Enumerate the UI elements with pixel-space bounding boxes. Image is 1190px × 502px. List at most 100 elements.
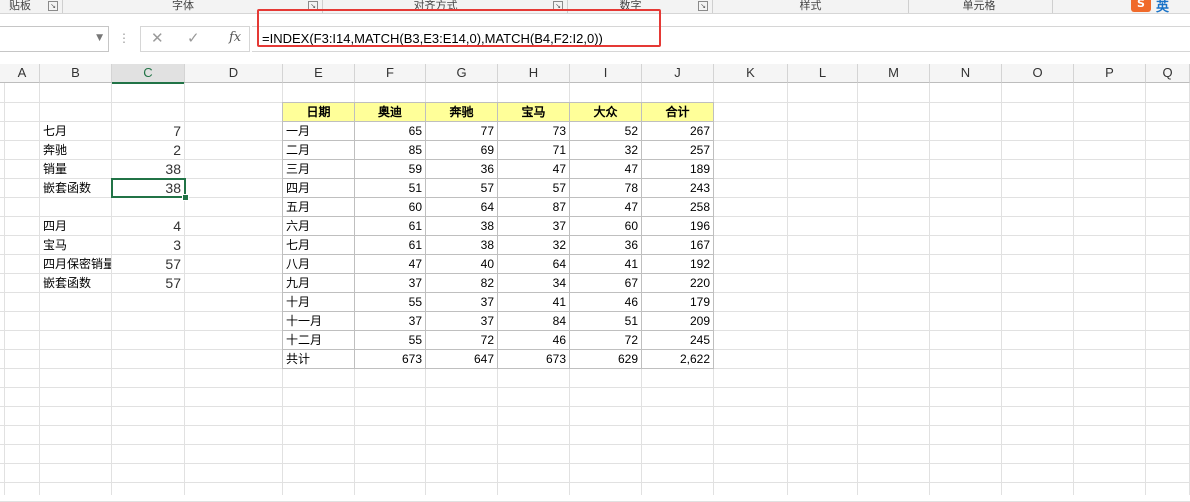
sales-cell[interactable]: 51 <box>355 179 425 198</box>
sales-cell[interactable]: 73 <box>498 122 569 141</box>
sales-cell[interactable]: 196 <box>642 217 713 236</box>
sales-cell[interactable]: 61 <box>355 217 425 236</box>
sales-cell[interactable]: 71 <box>498 141 569 160</box>
label-cell[interactable]: 奔驰 <box>40 141 111 160</box>
label-cell[interactable]: 四月保密销量 <box>40 255 111 274</box>
ime-logo-icon[interactable]: S <box>1131 0 1151 12</box>
dialog-launcher-icon[interactable]: ↘ <box>48 1 58 11</box>
sales-cell[interactable]: 647 <box>426 350 497 369</box>
label-cell[interactable]: 销量 <box>40 160 111 179</box>
sales-cell[interactable]: 220 <box>642 274 713 293</box>
column-header-i[interactable]: I <box>570 64 642 83</box>
label-cell[interactable]: 四月 <box>40 217 111 236</box>
label-cell[interactable]: 宝马 <box>40 236 111 255</box>
sales-cell[interactable]: 82 <box>426 274 497 293</box>
column-header-p[interactable]: P <box>1074 64 1146 83</box>
sales-cell[interactable]: 37 <box>498 217 569 236</box>
sales-cell[interactable]: 36 <box>426 160 497 179</box>
sales-cell[interactable]: 673 <box>498 350 569 369</box>
column-header-l[interactable]: L <box>788 64 858 83</box>
value-cell[interactable]: 2 <box>112 141 184 160</box>
column-header-n[interactable]: N <box>930 64 1002 83</box>
fill-handle[interactable] <box>182 194 189 201</box>
sales-cell[interactable]: 37 <box>355 312 425 331</box>
month-cell[interactable]: 二月 <box>283 141 354 160</box>
label-cell[interactable]: 嵌套函数 <box>40 274 111 293</box>
sales-cell[interactable]: 67 <box>570 274 641 293</box>
sales-cell[interactable]: 41 <box>570 255 641 274</box>
column-header-d[interactable]: D <box>185 64 283 83</box>
sales-cell[interactable]: 46 <box>570 293 641 312</box>
sales-cell[interactable]: 78 <box>570 179 641 198</box>
sales-cell[interactable]: 60 <box>355 198 425 217</box>
sales-cell[interactable]: 41 <box>498 293 569 312</box>
month-cell[interactable]: 共计 <box>283 350 354 369</box>
sales-cell[interactable]: 84 <box>498 312 569 331</box>
value-cell[interactable]: 38 <box>112 160 184 179</box>
sales-cell[interactable]: 47 <box>498 160 569 179</box>
sales-cell[interactable]: 37 <box>426 293 497 312</box>
month-cell[interactable]: 八月 <box>283 255 354 274</box>
month-cell[interactable]: 六月 <box>283 217 354 236</box>
more-options-icon[interactable]: ⋮ <box>118 31 130 45</box>
sales-cell[interactable]: 37 <box>355 274 425 293</box>
sales-cell[interactable]: 61 <box>355 236 425 255</box>
sales-cell[interactable]: 46 <box>498 331 569 350</box>
sales-cell[interactable]: 673 <box>355 350 425 369</box>
table-header-cell[interactable]: 大众 <box>570 103 641 122</box>
sales-cell[interactable]: 47 <box>570 198 641 217</box>
value-cell[interactable]: 7 <box>112 122 184 141</box>
column-header-j[interactable]: J <box>642 64 714 83</box>
value-cell[interactable]: 57 <box>112 274 184 293</box>
chevron-down-icon[interactable]: ▼ <box>96 33 103 43</box>
sales-cell[interactable]: 243 <box>642 179 713 198</box>
column-header-b[interactable]: B <box>40 64 112 83</box>
sales-cell[interactable]: 32 <box>570 141 641 160</box>
column-header-c[interactable]: C <box>112 64 185 84</box>
sales-cell[interactable]: 59 <box>355 160 425 179</box>
insert-function-icon[interactable]: fx <box>229 30 241 45</box>
table-header-cell[interactable]: 日期 <box>283 103 354 122</box>
sales-cell[interactable]: 192 <box>642 255 713 274</box>
column-header-a[interactable]: A <box>5 64 40 83</box>
sales-cell[interactable]: 267 <box>642 122 713 141</box>
sales-cell[interactable]: 52 <box>570 122 641 141</box>
sales-cell[interactable]: 55 <box>355 293 425 312</box>
column-header-g[interactable]: G <box>426 64 498 83</box>
sales-cell[interactable]: 64 <box>426 198 497 217</box>
sales-cell[interactable]: 69 <box>426 141 497 160</box>
sales-cell[interactable]: 36 <box>570 236 641 255</box>
label-cell[interactable]: 七月 <box>40 122 111 141</box>
sales-cell[interactable]: 55 <box>355 331 425 350</box>
sales-cell[interactable]: 60 <box>570 217 641 236</box>
month-cell[interactable]: 三月 <box>283 160 354 179</box>
sales-cell[interactable]: 34 <box>498 274 569 293</box>
ime-mode-label[interactable]: 英 <box>1156 0 1169 15</box>
month-cell[interactable]: 十月 <box>283 293 354 312</box>
sales-cell[interactable]: 47 <box>570 160 641 179</box>
sales-cell[interactable]: 167 <box>642 236 713 255</box>
close-icon[interactable]: ✕ <box>151 29 164 47</box>
sales-cell[interactable]: 65 <box>355 122 425 141</box>
value-cell[interactable]: 4 <box>112 217 184 236</box>
sales-cell[interactable]: 209 <box>642 312 713 331</box>
sales-cell[interactable]: 258 <box>642 198 713 217</box>
sales-cell[interactable]: 179 <box>642 293 713 312</box>
value-cell[interactable]: 57 <box>112 255 184 274</box>
sales-cell[interactable]: 64 <box>498 255 569 274</box>
month-cell[interactable]: 七月 <box>283 236 354 255</box>
table-header-cell[interactable]: 奔驰 <box>426 103 497 122</box>
sales-cell[interactable]: 87 <box>498 198 569 217</box>
name-box[interactable]: ▼ <box>0 26 109 52</box>
sales-cell[interactable]: 38 <box>426 236 497 255</box>
month-cell[interactable]: 四月 <box>283 179 354 198</box>
value-cell[interactable]: 3 <box>112 236 184 255</box>
sales-cell[interactable]: 629 <box>570 350 641 369</box>
sales-cell[interactable]: 32 <box>498 236 569 255</box>
column-header-q[interactable]: Q <box>1146 64 1190 83</box>
column-header-o[interactable]: O <box>1002 64 1074 83</box>
month-cell[interactable]: 九月 <box>283 274 354 293</box>
column-header-e[interactable]: E <box>283 64 355 83</box>
sales-cell[interactable]: 51 <box>570 312 641 331</box>
check-icon[interactable]: ✓ <box>187 29 200 47</box>
